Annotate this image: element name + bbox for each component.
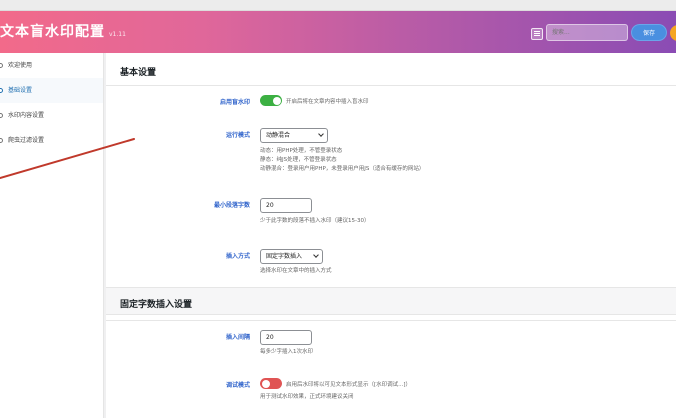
insert-method-select[interactable]: 固定字数插入 — [260, 249, 323, 264]
min-paragraph-label: 最小段落字数 — [213, 202, 250, 209]
chevron-down-icon — [313, 252, 319, 258]
run-mode-help-3: 动静混合：登录用户用PHP，未登录用户用JS（适合有缓存的网站） — [260, 166, 425, 172]
search-input[interactable] — [546, 24, 628, 41]
section-divider — [106, 320, 676, 321]
debug-mode-description: 启用后水印将以可见文本形式显示（[水印调试...]） — [286, 382, 412, 388]
run-mode-label: 运行模式 — [225, 132, 250, 139]
sidebar-item-label: 爬虫过滤设置 — [8, 137, 45, 144]
insert-interval-label: 插入间隔 — [225, 334, 250, 341]
section-title-fixed: 固定字数插入设置 — [120, 300, 193, 310]
insert-interval-help: 每多少字插入1次水印 — [260, 349, 313, 355]
browser-top-strip — [0, 0, 676, 11]
run-mode-help-2: 静态：纯JS处理，不管登录状态 — [260, 157, 337, 163]
save-button[interactable]: 保存 — [631, 24, 667, 41]
menu-icon[interactable] — [531, 28, 543, 40]
debug-mode-help: 用于测试水印效果，正式环境建议关闭 — [260, 394, 354, 400]
extra-action-button[interactable] — [670, 25, 676, 41]
sidebar-item-label: 水印内容设置 — [8, 112, 45, 119]
sidebar-item-watermark-content[interactable]: 水印内容设置 — [0, 103, 103, 128]
min-paragraph-input[interactable]: 20 — [260, 198, 312, 213]
sidebar-item-crawler-filter[interactable]: 爬虫过滤设置 — [0, 128, 103, 153]
debug-mode-toggle[interactable] — [260, 378, 282, 389]
version-label: v1.11 — [109, 31, 126, 38]
insert-method-help: 选择水印在文章中的插入方式 — [260, 268, 332, 274]
section-divider — [106, 85, 676, 86]
sidebar-item-basic-settings[interactable]: 基础设置 — [0, 78, 103, 103]
enable-watermark-label: 启用盲水印 — [219, 99, 250, 106]
chevron-down-icon — [318, 131, 324, 137]
sidebar-item-label: 欢迎使用 — [8, 62, 33, 69]
sidebar: 欢迎使用 基础设置 水印内容设置 爬虫过滤设置 — [0, 53, 104, 418]
debug-mode-label: 调试模式 — [225, 382, 250, 389]
settings-panel: 基本设置 启用盲水印 开启后将在文章内容中插入盲水印 运行模式 动静混合 动态：… — [106, 53, 676, 418]
circle-icon — [0, 63, 3, 68]
enable-watermark-toggle[interactable] — [260, 95, 282, 106]
circle-icon — [0, 113, 3, 118]
min-paragraph-help: 少于此字数的段落不插入水印（建议15-30） — [260, 218, 370, 224]
insert-interval-input[interactable]: 20 — [260, 330, 312, 345]
sidebar-item-welcome[interactable]: 欢迎使用 — [0, 53, 103, 78]
run-mode-select[interactable]: 动静混合 — [260, 128, 328, 143]
plugin-header: 文本盲水印配置v1.11 保存 — [0, 11, 676, 53]
circle-icon — [0, 138, 3, 143]
enable-watermark-description: 开启后将在文章内容中插入盲水印 — [286, 99, 369, 105]
section-title-basic: 基本设置 — [120, 68, 157, 78]
circle-icon — [0, 88, 3, 93]
run-mode-help-1: 动态：用PHP处理，不管登录状态 — [260, 148, 343, 154]
sidebar-item-label: 基础设置 — [8, 87, 33, 94]
plugin-title: 文本盲水印配置 v1.11 — [0, 24, 126, 40]
insert-method-label: 插入方式 — [225, 253, 250, 260]
